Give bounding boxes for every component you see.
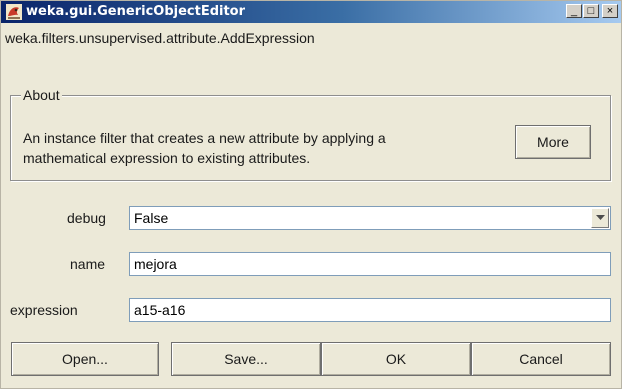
expression-field[interactable]: a15-a16 xyxy=(129,298,611,322)
ok-button[interactable]: OK xyxy=(321,342,471,376)
generic-object-editor-window: weka.gui.GenericObjectEditor _ □ × weka.… xyxy=(0,0,622,389)
minimize-icon: _ xyxy=(570,5,578,17)
title-bar[interactable]: weka.gui.GenericObjectEditor _ □ × xyxy=(1,1,621,23)
debug-label: debug xyxy=(67,210,106,226)
window-title: weka.gui.GenericObjectEditor xyxy=(26,4,246,19)
expression-label: expression xyxy=(10,302,78,318)
about-line-1: An instance filter that creates a new at… xyxy=(23,130,386,146)
name-field[interactable]: mejora xyxy=(129,252,611,276)
open-button[interactable]: Open... xyxy=(11,342,159,376)
name-label: name xyxy=(70,256,106,272)
expression-field-value: a15-a16 xyxy=(134,302,186,318)
debug-select-value: False xyxy=(134,210,169,226)
close-button[interactable]: × xyxy=(602,4,618,18)
about-legend: About xyxy=(21,87,62,103)
name-field-value: mejora xyxy=(134,256,177,272)
cancel-button[interactable]: Cancel xyxy=(471,342,611,376)
dropdown-button[interactable] xyxy=(591,208,609,228)
save-button[interactable]: Save... xyxy=(171,342,321,376)
maximize-icon: □ xyxy=(587,5,595,17)
close-icon: × xyxy=(606,5,614,17)
weka-app-icon xyxy=(6,4,22,20)
about-line-2: mathematical expression to existing attr… xyxy=(23,150,311,166)
filter-class-name: weka.filters.unsupervised.attribute.AddE… xyxy=(5,30,315,46)
debug-select[interactable]: False xyxy=(129,206,611,230)
triangle-down-icon xyxy=(596,215,605,220)
minimize-button[interactable]: _ xyxy=(566,4,582,18)
more-button[interactable]: More xyxy=(515,125,591,159)
about-description: An instance filter that creates a new at… xyxy=(23,128,503,168)
maximize-button[interactable]: □ xyxy=(583,4,599,18)
